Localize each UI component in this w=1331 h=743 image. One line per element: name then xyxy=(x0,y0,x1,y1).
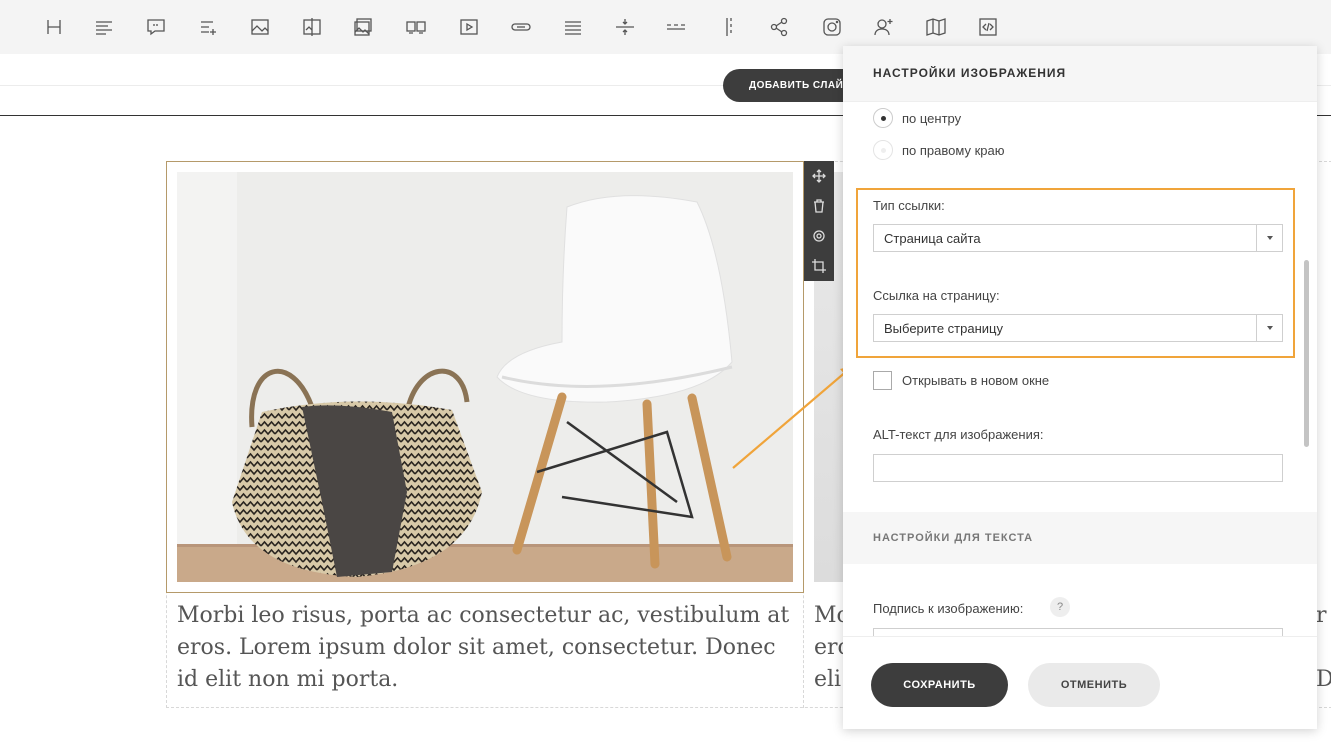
radio-button[interactable] xyxy=(873,108,893,128)
share-icon[interactable] xyxy=(766,14,792,40)
slider-icon[interactable] xyxy=(403,14,429,40)
divider-icon[interactable] xyxy=(612,14,638,40)
save-button[interactable]: СОХРАНИТЬ xyxy=(871,663,1008,707)
select-value: Страница сайта xyxy=(884,231,981,246)
new-window-checkbox[interactable] xyxy=(873,371,892,390)
panel-header: НАСТРОЙКИ ИЗОБРАЖЕНИЯ xyxy=(843,46,1317,102)
add-slide-button[interactable]: ДОБАВИТЬ СЛАЙД xyxy=(723,69,863,102)
chevron-down-icon[interactable] xyxy=(1256,315,1282,341)
page-link-label: Ссылка на страницу: xyxy=(873,288,1000,303)
caption-fragment: eli xyxy=(814,667,842,692)
instagram-icon[interactable] xyxy=(819,14,845,40)
paragraph-icon[interactable] xyxy=(91,14,117,40)
image-compare-icon[interactable] xyxy=(299,14,325,40)
scrollbar[interactable] xyxy=(1302,102,1310,636)
caption-label: Подпись к изображению: xyxy=(873,601,1024,616)
chevron-down-icon[interactable] xyxy=(1256,225,1282,251)
third-slide-caption[interactable]: r D xyxy=(1316,600,1331,696)
section-title: НАСТРОЙКИ ДЛЯ ТЕКСТА xyxy=(873,532,1034,544)
gear-icon[interactable] xyxy=(804,221,834,251)
align-right-option[interactable]: по правому краю xyxy=(873,139,1004,161)
checkbox-label: Открывать в новом окне xyxy=(902,373,1050,388)
caption-fragment: ero xyxy=(814,635,844,660)
chair-basket-photo xyxy=(177,172,793,582)
caption-fragment: r xyxy=(1316,603,1327,628)
next-slide-caption[interactable]: Mo ero eli xyxy=(814,600,844,696)
map-icon[interactable] xyxy=(923,14,949,40)
lines-icon[interactable] xyxy=(560,14,586,40)
new-window-option[interactable]: Открывать в новом окне xyxy=(873,371,1049,390)
image-settings-panel: НАСТРОЙКИ ИЗОБРАЖЕНИЯ по центру по право… xyxy=(843,46,1317,729)
crop-icon[interactable] xyxy=(804,251,834,281)
vertical-divider-icon[interactable] xyxy=(716,14,742,40)
radio-button[interactable] xyxy=(873,140,893,160)
dashed-divider-icon[interactable] xyxy=(663,14,689,40)
gallery-icon[interactable] xyxy=(350,14,376,40)
video-icon[interactable] xyxy=(456,14,482,40)
text-settings-section: НАСТРОЙКИ ДЛЯ ТЕКСТА xyxy=(843,512,1317,564)
link-type-select[interactable]: Страница сайта xyxy=(873,224,1283,252)
image-tools xyxy=(804,161,834,281)
caption-fragment: D xyxy=(1316,667,1331,692)
quote-icon[interactable] xyxy=(143,14,169,40)
slide-caption[interactable]: Morbi leo risus, porta ac consectetur ac… xyxy=(177,600,797,696)
panel-title: НАСТРОЙКИ ИЗОБРАЖЕНИЯ xyxy=(873,66,1067,80)
alt-text-input[interactable] xyxy=(873,454,1283,482)
trash-icon[interactable] xyxy=(804,191,834,221)
scrollbar-thumb[interactable] xyxy=(1304,260,1309,447)
caption-fragment xyxy=(1316,632,1331,664)
user-add-icon[interactable] xyxy=(871,14,897,40)
link-button-icon[interactable] xyxy=(508,14,534,40)
image-icon[interactable] xyxy=(247,14,273,40)
radio-label: по правому краю xyxy=(902,142,1005,158)
alt-text-label: ALT-текст для изображения: xyxy=(873,427,1044,442)
cancel-button[interactable]: ОТМЕНИТЬ xyxy=(1028,663,1160,707)
panel-footer: СОХРАНИТЬ ОТМЕНИТЬ xyxy=(843,636,1317,729)
slide-photo[interactable] xyxy=(177,172,793,582)
code-icon[interactable] xyxy=(975,14,1001,40)
heading-icon[interactable] xyxy=(41,14,67,40)
move-icon[interactable] xyxy=(804,161,834,191)
link-type-label: Тип ссылки: xyxy=(873,198,945,213)
select-value: Выберите страницу xyxy=(884,321,1003,336)
caption-fragment: Mo xyxy=(814,603,844,628)
list-add-icon[interactable] xyxy=(196,14,222,40)
align-center-option[interactable]: по центру xyxy=(873,107,961,129)
radio-label: по центру xyxy=(902,110,962,126)
help-icon[interactable]: ? xyxy=(1050,597,1070,617)
page-link-select[interactable]: Выберите страницу xyxy=(873,314,1283,342)
